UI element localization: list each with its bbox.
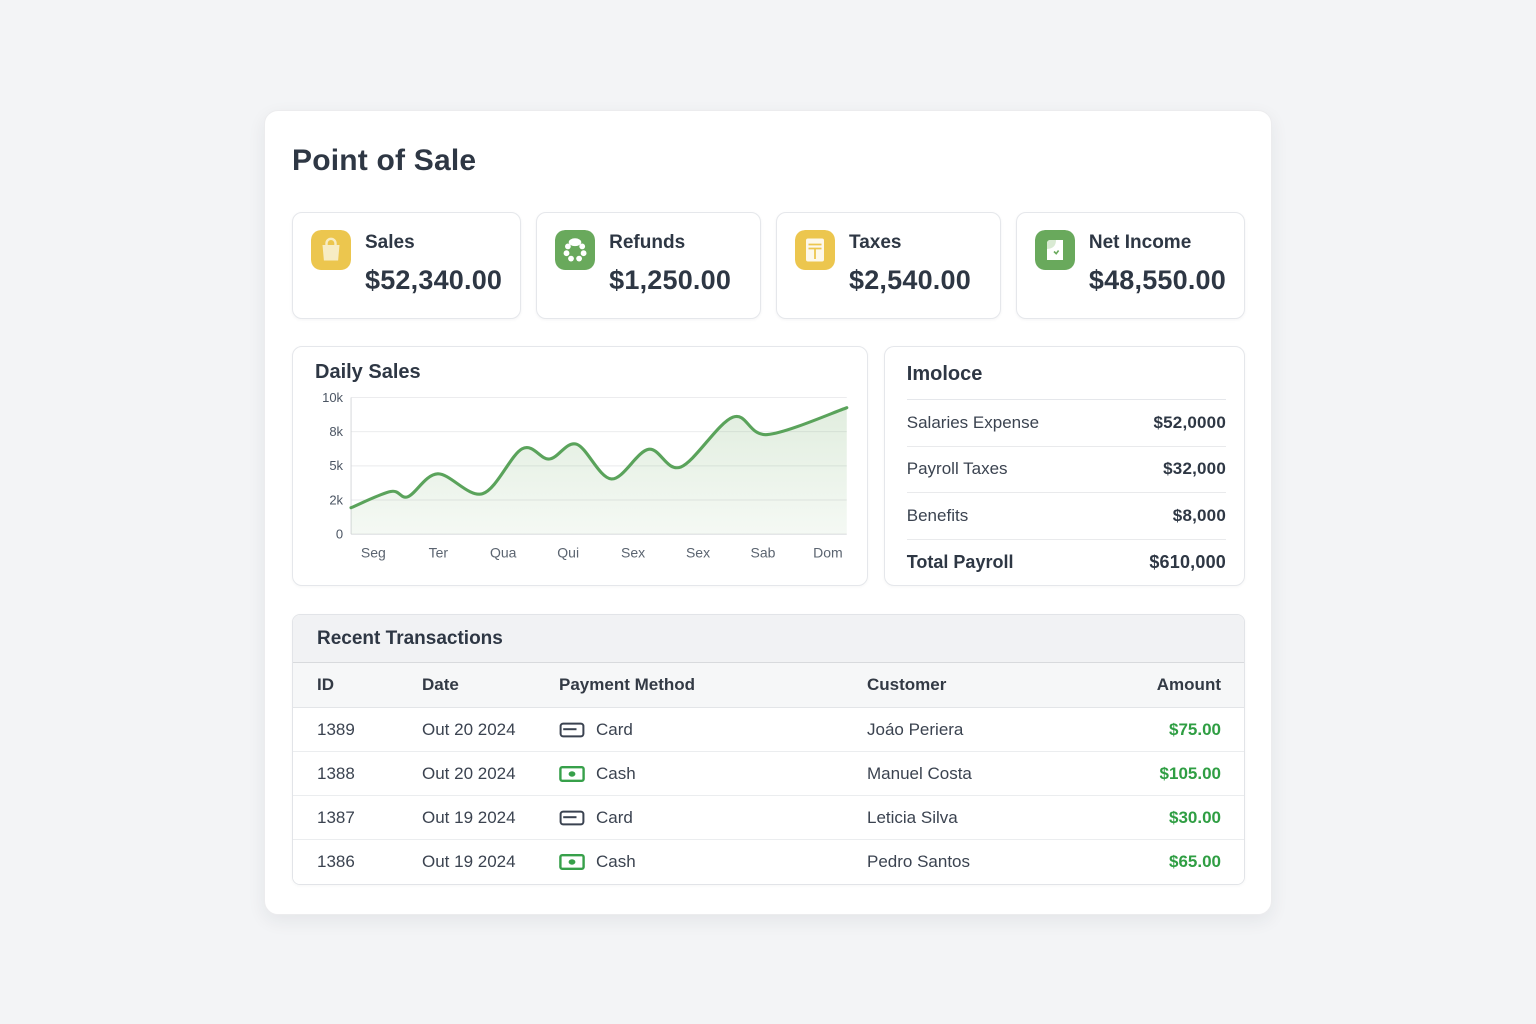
stat-label: Sales — [365, 231, 502, 255]
transaction-date: Out 20 2024 — [422, 764, 559, 784]
payment-method-label: Cash — [596, 764, 636, 784]
page-title: Point of Sale — [292, 141, 1245, 181]
transaction-amount: $75.00 — [1091, 720, 1221, 740]
svg-text:Ter: Ter — [429, 546, 449, 561]
transaction-id: 1389 — [317, 720, 422, 740]
stat-label: Taxes — [849, 231, 971, 255]
chart-title: Daily Sales — [315, 361, 851, 384]
stat-card-refunds: Refunds $1,250.00 — [536, 212, 761, 319]
refresh-dots-icon — [555, 230, 595, 270]
cash-icon — [559, 853, 585, 871]
payroll-label: Payroll Taxes — [907, 459, 1008, 479]
table-row: 1388 Out 20 2024 Cash Manuel Costa $105.… — [293, 752, 1244, 796]
card-icon — [559, 809, 585, 827]
svg-text:Dom: Dom — [813, 546, 843, 561]
transaction-amount: $65.00 — [1091, 852, 1221, 872]
recent-transactions-panel: Recent Transactions ID Date Payment Meth… — [292, 614, 1245, 885]
svg-text:8k: 8k — [329, 424, 343, 439]
svg-text:Seg: Seg — [361, 546, 386, 561]
stat-card-sales: Sales $52,340.00 — [292, 212, 521, 319]
table-row: 1386 Out 19 2024 Cash Pedro Santos $65.0… — [293, 840, 1244, 884]
column-header-payment-method: Payment Method — [559, 675, 867, 695]
stats-row: Sales $52,340.00 Refunds $1,250.00 — [292, 212, 1245, 319]
receipt-icon — [795, 230, 835, 270]
payroll-row: Salaries Expense $52,0000 — [907, 400, 1226, 447]
payroll-label: Benefits — [907, 506, 968, 526]
transaction-amount: $30.00 — [1091, 808, 1221, 828]
table-row: 1387 Out 19 2024 Card Leticia Silva $30.… — [293, 796, 1244, 840]
transaction-method: Cash — [559, 764, 867, 784]
payroll-panel: Imoloce Salaries Expense $52,0000 Payrol… — [884, 346, 1245, 586]
transaction-date: Out 20 2024 — [422, 720, 559, 740]
payroll-row: Benefits $8,000 — [907, 493, 1226, 540]
transaction-amount: $105.00 — [1091, 764, 1221, 784]
column-header-amount: Amount — [1091, 675, 1221, 695]
payment-method-label: Cash — [596, 852, 636, 872]
shopping-bag-icon — [311, 230, 351, 270]
stat-label: Net Income — [1089, 231, 1226, 255]
daily-sales-panel: Daily Sales 10k 8k 5k 2k 0 Seg Ter Qua Qui Sex Sex… — [292, 346, 868, 586]
stat-value: $52,340.00 — [365, 263, 502, 297]
transaction-id: 1387 — [317, 808, 422, 828]
payment-method-icon-slot — [559, 853, 585, 871]
stat-value: $2,540.00 — [849, 263, 971, 297]
svg-text:Qua: Qua — [490, 546, 517, 561]
payroll-value: $52,0000 — [1153, 413, 1226, 433]
payroll-label: Salaries Expense — [907, 413, 1039, 433]
stat-value: $48,550.00 — [1089, 263, 1226, 297]
table-row: 1389 Out 20 2024 Card Joáo Periera $75.0… — [293, 708, 1244, 752]
transaction-id: 1388 — [317, 764, 422, 784]
transaction-method: Card — [559, 808, 867, 828]
svg-text:0: 0 — [336, 527, 343, 542]
transaction-method: Card — [559, 720, 867, 740]
transaction-customer: Joáo Periera — [867, 720, 1091, 740]
area-chart: 10k 8k 5k 2k 0 Seg Ter Qua Qui Sex Sex Sab Dom — [305, 386, 851, 564]
payment-method-label: Card — [596, 808, 633, 828]
daily-sales-chart: 10k 8k 5k 2k 0 Seg Ter Qua Qui Sex Sex Sab Dom — [305, 386, 851, 564]
payroll-row: Payroll Taxes $32,000 — [907, 447, 1226, 494]
stat-card-taxes: Taxes $2,540.00 — [776, 212, 1001, 319]
column-header-id: ID — [317, 675, 422, 695]
card-icon — [559, 721, 585, 739]
svg-text:Sex: Sex — [686, 546, 710, 561]
transaction-customer: Pedro Santos — [867, 852, 1091, 872]
table-header-row: ID Date Payment Method Customer Amount — [293, 663, 1244, 708]
transaction-method: Cash — [559, 852, 867, 872]
payment-method-icon-slot — [559, 809, 585, 827]
column-header-customer: Customer — [867, 675, 1091, 695]
payroll-total-value: $610,000 — [1149, 552, 1226, 573]
payroll-value: $32,000 — [1163, 459, 1226, 479]
payment-method-label: Card — [596, 720, 633, 740]
transaction-date: Out 19 2024 — [422, 852, 559, 872]
cash-icon — [559, 765, 585, 783]
stat-card-net-income: Net Income $48,550.00 — [1016, 212, 1245, 319]
stat-value: $1,250.00 — [609, 263, 731, 297]
svg-text:Sex: Sex — [621, 546, 645, 561]
stat-label: Refunds — [609, 231, 731, 255]
pos-dashboard-card: Point of Sale Sales $52,340.00 — [264, 110, 1272, 915]
payroll-total-label: Total Payroll — [907, 552, 1014, 573]
payroll-value: $8,000 — [1173, 506, 1226, 526]
svg-text:Qui: Qui — [557, 546, 579, 561]
transaction-customer: Manuel Costa — [867, 764, 1091, 784]
payroll-title: Imoloce — [907, 347, 1226, 400]
transaction-customer: Leticia Silva — [867, 808, 1091, 828]
transaction-date: Out 19 2024 — [422, 808, 559, 828]
svg-text:2k: 2k — [329, 493, 343, 508]
svg-text:Sab: Sab — [751, 546, 776, 561]
document-icon — [1035, 230, 1075, 270]
svg-text:10k: 10k — [322, 390, 344, 405]
middle-row: Daily Sales 10k 8k 5k 2k 0 Seg Ter Qua Qui Sex Sex… — [292, 346, 1245, 586]
payment-method-icon-slot — [559, 765, 585, 783]
transactions-title: Recent Transactions — [293, 615, 1244, 663]
payment-method-icon-slot — [559, 721, 585, 739]
payroll-total-row: Total Payroll $610,000 — [907, 540, 1226, 586]
column-header-date: Date — [422, 675, 559, 695]
transaction-id: 1386 — [317, 852, 422, 872]
svg-text:5k: 5k — [329, 458, 343, 473]
